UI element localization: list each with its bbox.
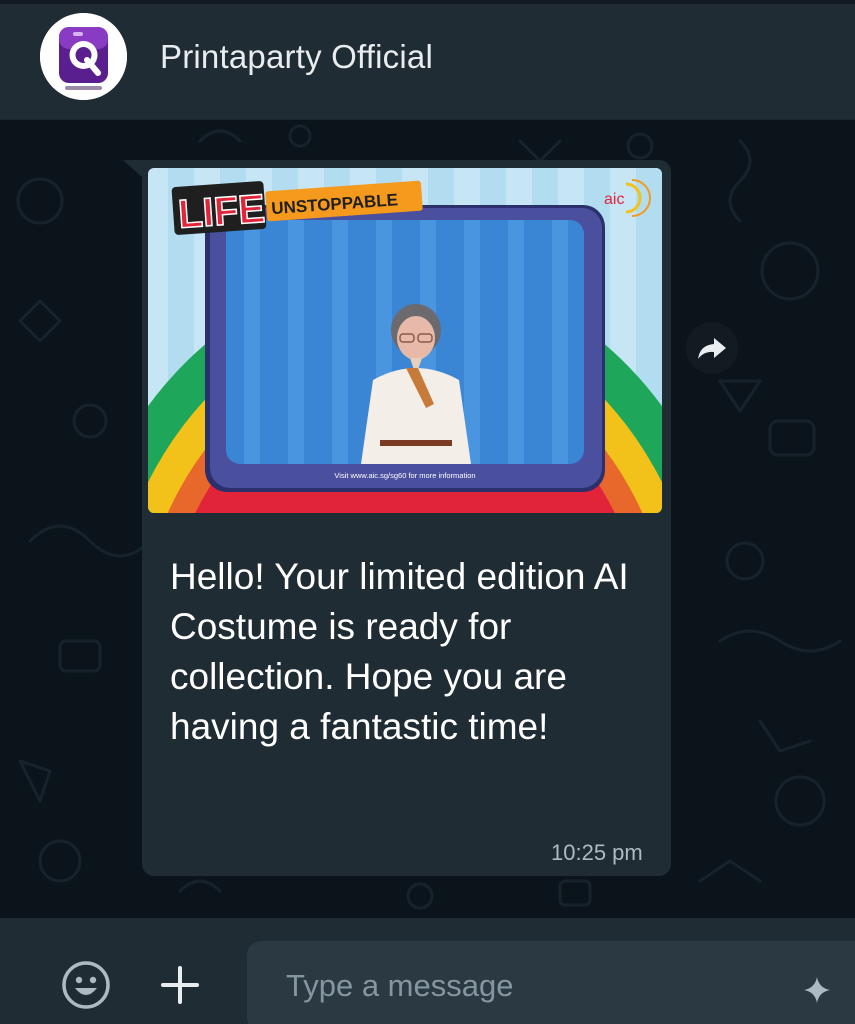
message-text: Hello! Your limited edition AI Costume i… [170,556,629,747]
forward-button[interactable] [686,322,738,374]
plus-icon [161,966,199,1004]
contact-name[interactable]: Printaparty Official [160,38,433,76]
printaparty-logo-icon [40,13,127,100]
attach-button[interactable] [157,962,203,1008]
contact-avatar[interactable] [40,13,127,100]
emoji-button[interactable] [59,958,113,1012]
event-photo-frame: Visit www.aic.sg/sg60 for more informati… [148,168,662,513]
forward-arrow-icon [698,338,726,359]
message-timestamp: 10:25 pm [551,840,643,865]
message-input[interactable] [286,963,766,1009]
ai-sparkle-button[interactable] [802,975,832,1005]
aic-logo-text: aic [604,191,624,208]
banner-life-text: LIFE [177,187,267,237]
emoji-smiley-icon [62,961,110,1009]
message-image[interactable]: Visit www.aic.sg/sg60 for more informati… [148,168,662,513]
chat-header: Printaparty Official [0,0,855,120]
sparkle-icon [804,977,830,1003]
media-footer-text: Visit www.aic.sg/sg60 for more informati… [334,471,475,480]
bubble-tail [123,160,143,178]
